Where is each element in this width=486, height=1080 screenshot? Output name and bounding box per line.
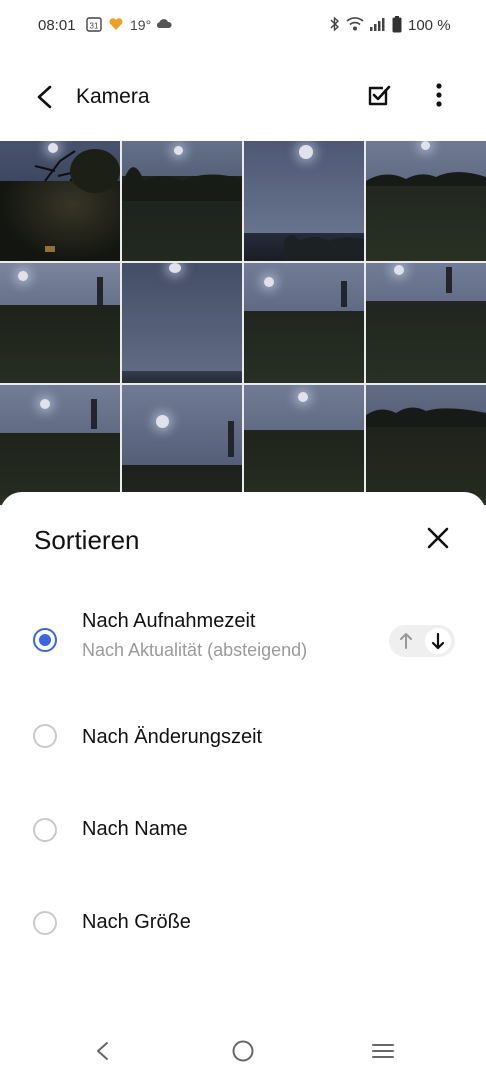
more-vertical-icon: [436, 83, 442, 107]
battery-icon: [392, 16, 402, 38]
svg-text:31: 31: [90, 22, 99, 31]
radio-button[interactable]: [33, 911, 57, 935]
nav-back-icon: [97, 1042, 108, 1060]
weather-cloud-icon: [155, 16, 173, 37]
arrow-up-icon: [400, 633, 412, 649]
sort-bottom-sheet: Sortieren Nach Aufnahmezeit Nach Aktuali…: [0, 492, 486, 1022]
sort-option-modified-time[interactable]: Nach Änderungszeit: [0, 694, 486, 774]
descending-button[interactable]: [425, 628, 451, 654]
bluetooth-icon: [329, 16, 341, 37]
option-label: Nach Name: [82, 818, 188, 840]
sort-direction-toggle: [389, 625, 455, 657]
signal-icon: [369, 16, 385, 37]
more-options-button[interactable]: [424, 80, 454, 110]
back-arrow-icon: [37, 85, 52, 109]
radio-button[interactable]: [33, 724, 57, 748]
radio-button-selected[interactable]: [33, 628, 57, 652]
nav-recents-button[interactable]: [369, 1038, 397, 1064]
nav-recents-icon: [372, 1044, 394, 1058]
notification-heart-icon: [108, 16, 124, 37]
close-icon: [427, 527, 449, 549]
status-bar: 08:01 31 19° 100 %: [0, 0, 486, 52]
page-title: Kamera: [76, 85, 150, 108]
nav-home-button[interactable]: [230, 1038, 256, 1064]
option-label: Nach Aufnahmezeit: [82, 610, 256, 632]
scrim[interactable]: [0, 141, 486, 496]
wifi-icon: [346, 16, 364, 37]
app-bar: Kamera: [0, 52, 486, 140]
checkbox-select-icon: [368, 85, 391, 106]
option-sublabel: Nach Aktualität (absteigend): [82, 640, 308, 660]
calendar-icon: 31: [86, 16, 102, 37]
status-time: 08:01: [38, 17, 76, 34]
nav-back-button[interactable]: [90, 1038, 116, 1064]
system-nav-bar: [0, 1022, 486, 1080]
option-label: Nach Größe: [82, 911, 191, 933]
sort-option-name[interactable]: Nach Name: [0, 786, 486, 866]
close-button[interactable]: [424, 524, 452, 552]
radio-button[interactable]: [33, 818, 57, 842]
sheet-title: Sortieren: [34, 525, 140, 555]
option-label: Nach Änderungszeit: [82, 726, 263, 748]
arrow-down-icon: [431, 632, 445, 650]
ascending-button[interactable]: [393, 628, 419, 654]
battery-percent: 100 %: [408, 17, 451, 34]
nav-home-icon: [232, 1040, 254, 1062]
back-button[interactable]: [28, 80, 62, 114]
select-button[interactable]: [364, 80, 394, 110]
sort-option-size[interactable]: Nach Größe: [0, 879, 486, 959]
temperature-text: 19°: [130, 17, 152, 33]
